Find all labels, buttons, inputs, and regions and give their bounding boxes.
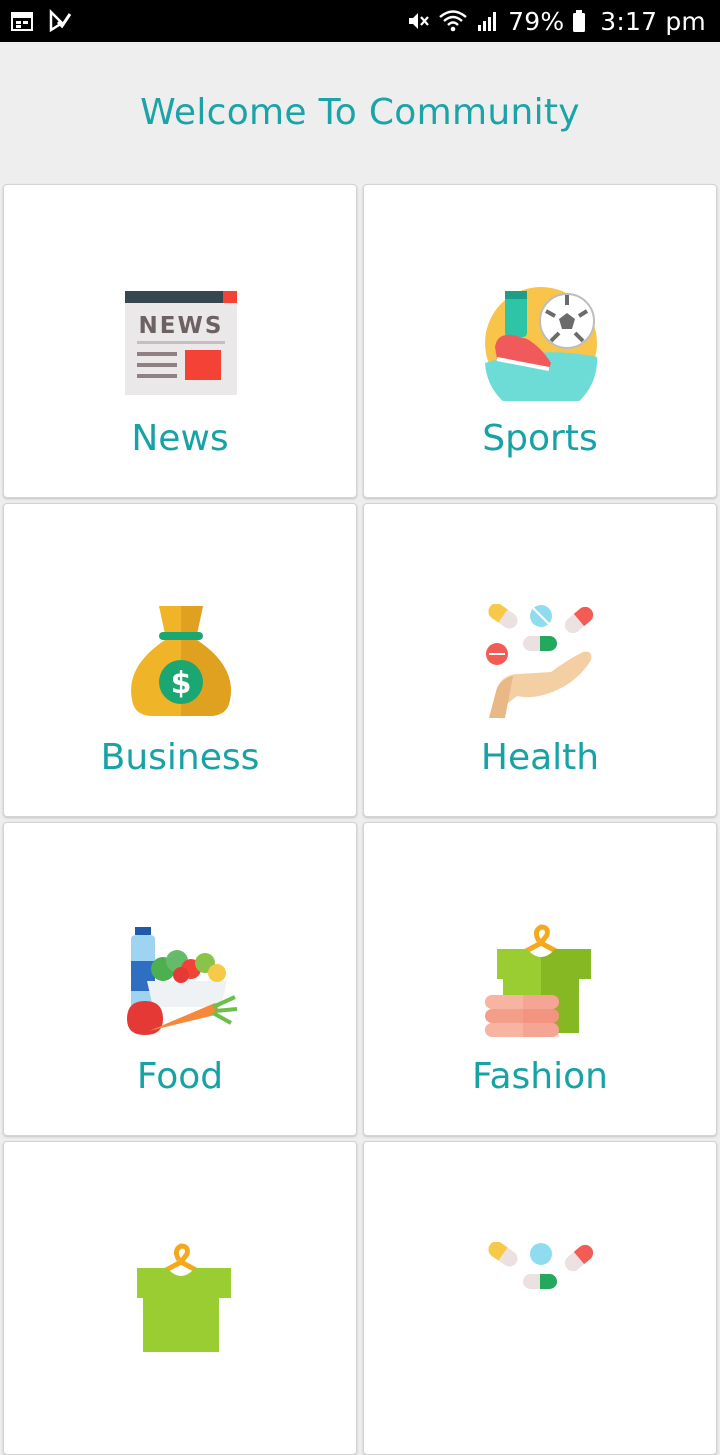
clothes-icon xyxy=(137,1243,231,1352)
money-bag-icon: $ xyxy=(131,606,231,716)
clothes-icon xyxy=(485,924,591,1037)
pills-hand-icon xyxy=(486,604,594,718)
category-label: Health xyxy=(480,737,600,778)
category-card-business[interactable]: $ Business xyxy=(3,503,357,817)
svg-text:$: $ xyxy=(171,666,192,701)
category-label: Sports xyxy=(482,418,598,459)
category-card-health[interactable]: Health xyxy=(363,503,717,817)
category-card-sports[interactable]: Sports xyxy=(363,184,717,498)
pills-hand-icon xyxy=(488,1242,594,1289)
soccer-icon xyxy=(485,287,598,401)
category-label: Business xyxy=(100,737,260,778)
category-card[interactable] xyxy=(3,1141,357,1455)
newspaper-icon: NEWS xyxy=(125,291,237,395)
category-card[interactable] xyxy=(363,1141,717,1455)
category-label: Fashion xyxy=(472,1056,608,1097)
category-card-food[interactable]: Food xyxy=(3,822,357,1136)
category-card-fashion[interactable]: Fashion xyxy=(363,822,717,1136)
category-label: Food xyxy=(136,1056,224,1097)
category-card-news[interactable]: NEWS News xyxy=(3,184,357,498)
food-icon xyxy=(127,927,238,1035)
svg-text:NEWS: NEWS xyxy=(139,313,224,339)
category-grid: NEWS News Sports $ Business Health Food … xyxy=(0,0,720,1455)
category-label: News xyxy=(131,418,229,459)
